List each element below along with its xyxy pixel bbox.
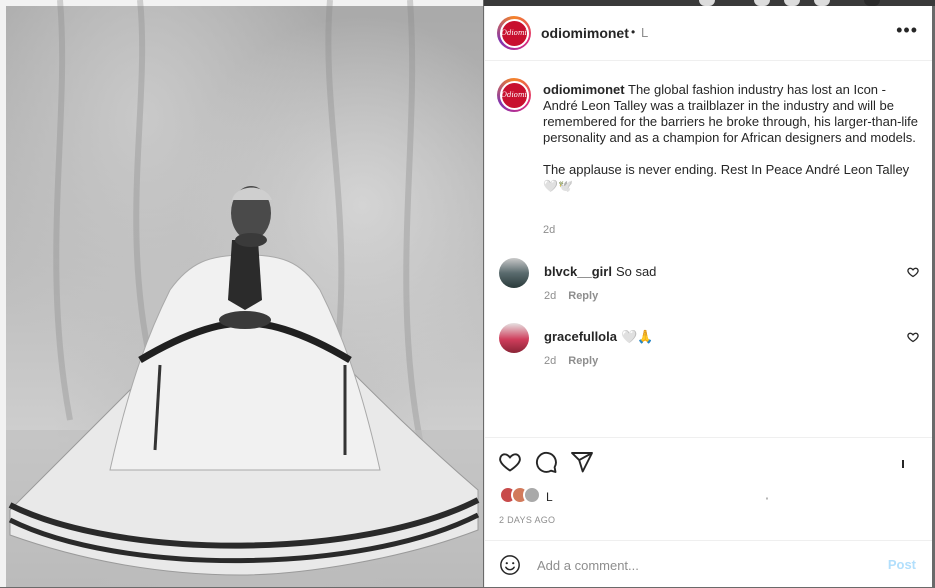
bookmark-icon[interactable] [902,460,904,468]
post-detail-panel: Odiomi odiomimonet • L ••• Odiomi odiomi… [484,6,932,587]
comment-body: So sad [615,264,657,279]
reply-button[interactable]: Reply [568,355,598,367]
comment-body: 🤍🙏 [620,329,654,344]
comment-text: blvck__girl So sad [544,264,656,279]
comment-item: gracefullola 🤍🙏 2d Reply [485,323,932,373]
avatar[interactable] [499,258,529,288]
header-separator: • [631,25,636,39]
caption-paragraph-2: The applause is never ending. Rest In Pe… [543,162,910,177]
liker-avatar[interactable] [523,486,541,504]
post-actions [485,437,932,482]
post-comment-button[interactable]: Post [888,557,916,572]
post-timestamp[interactable]: 2 DAYS AGO [499,515,555,525]
comment-input[interactable] [535,553,879,577]
more-horizontal-icon[interactable]: ••• [896,21,918,39]
smiley-icon[interactable] [499,554,521,576]
comment-text: gracefullola 🤍🙏 [544,329,653,345]
likes-text[interactable]: L [546,490,553,504]
heart-icon[interactable] [498,450,522,474]
caption-emojis: 🤍🕊️ [543,179,573,193]
heart-icon[interactable] [907,266,919,278]
comment-time[interactable]: 2d [544,355,556,367]
caption-username[interactable]: odiomimonet [543,82,625,97]
header-follow-text[interactable]: L [641,25,648,40]
avatar-logo: Odiomi [499,80,529,110]
comment-time[interactable]: 2d [544,290,556,302]
avatar-logo: Odiomi [499,18,529,48]
post-header: Odiomi odiomimonet • L ••• [485,6,932,61]
likes-text-tail: ˌ [765,486,769,500]
add-comment-bar: Post [485,540,932,588]
avatar[interactable]: Odiomi [497,78,531,112]
heart-icon[interactable] [907,331,919,343]
comment-meta: 2d Reply [544,355,598,367]
comment-meta: 2d Reply [544,290,598,302]
portrait-illustration [6,0,483,587]
avatar[interactable] [499,323,529,353]
likes-row: L ˌ [499,486,919,506]
caption-timestamp[interactable]: 2d [543,224,555,236]
caption-text: odiomimonet The global fashion industry … [543,82,919,194]
post-image[interactable] [0,0,483,587]
avatar[interactable]: Odiomi [497,16,531,50]
reply-button[interactable]: Reply [568,290,598,302]
comment-item: blvck__girl So sad 2d Reply [485,258,932,308]
header-username[interactable]: odiomimonet [541,25,629,41]
comment-username[interactable]: blvck__girl [544,264,612,279]
send-icon[interactable] [570,450,594,474]
comment-username[interactable]: gracefullola [544,329,617,344]
comment-icon[interactable] [534,450,558,474]
